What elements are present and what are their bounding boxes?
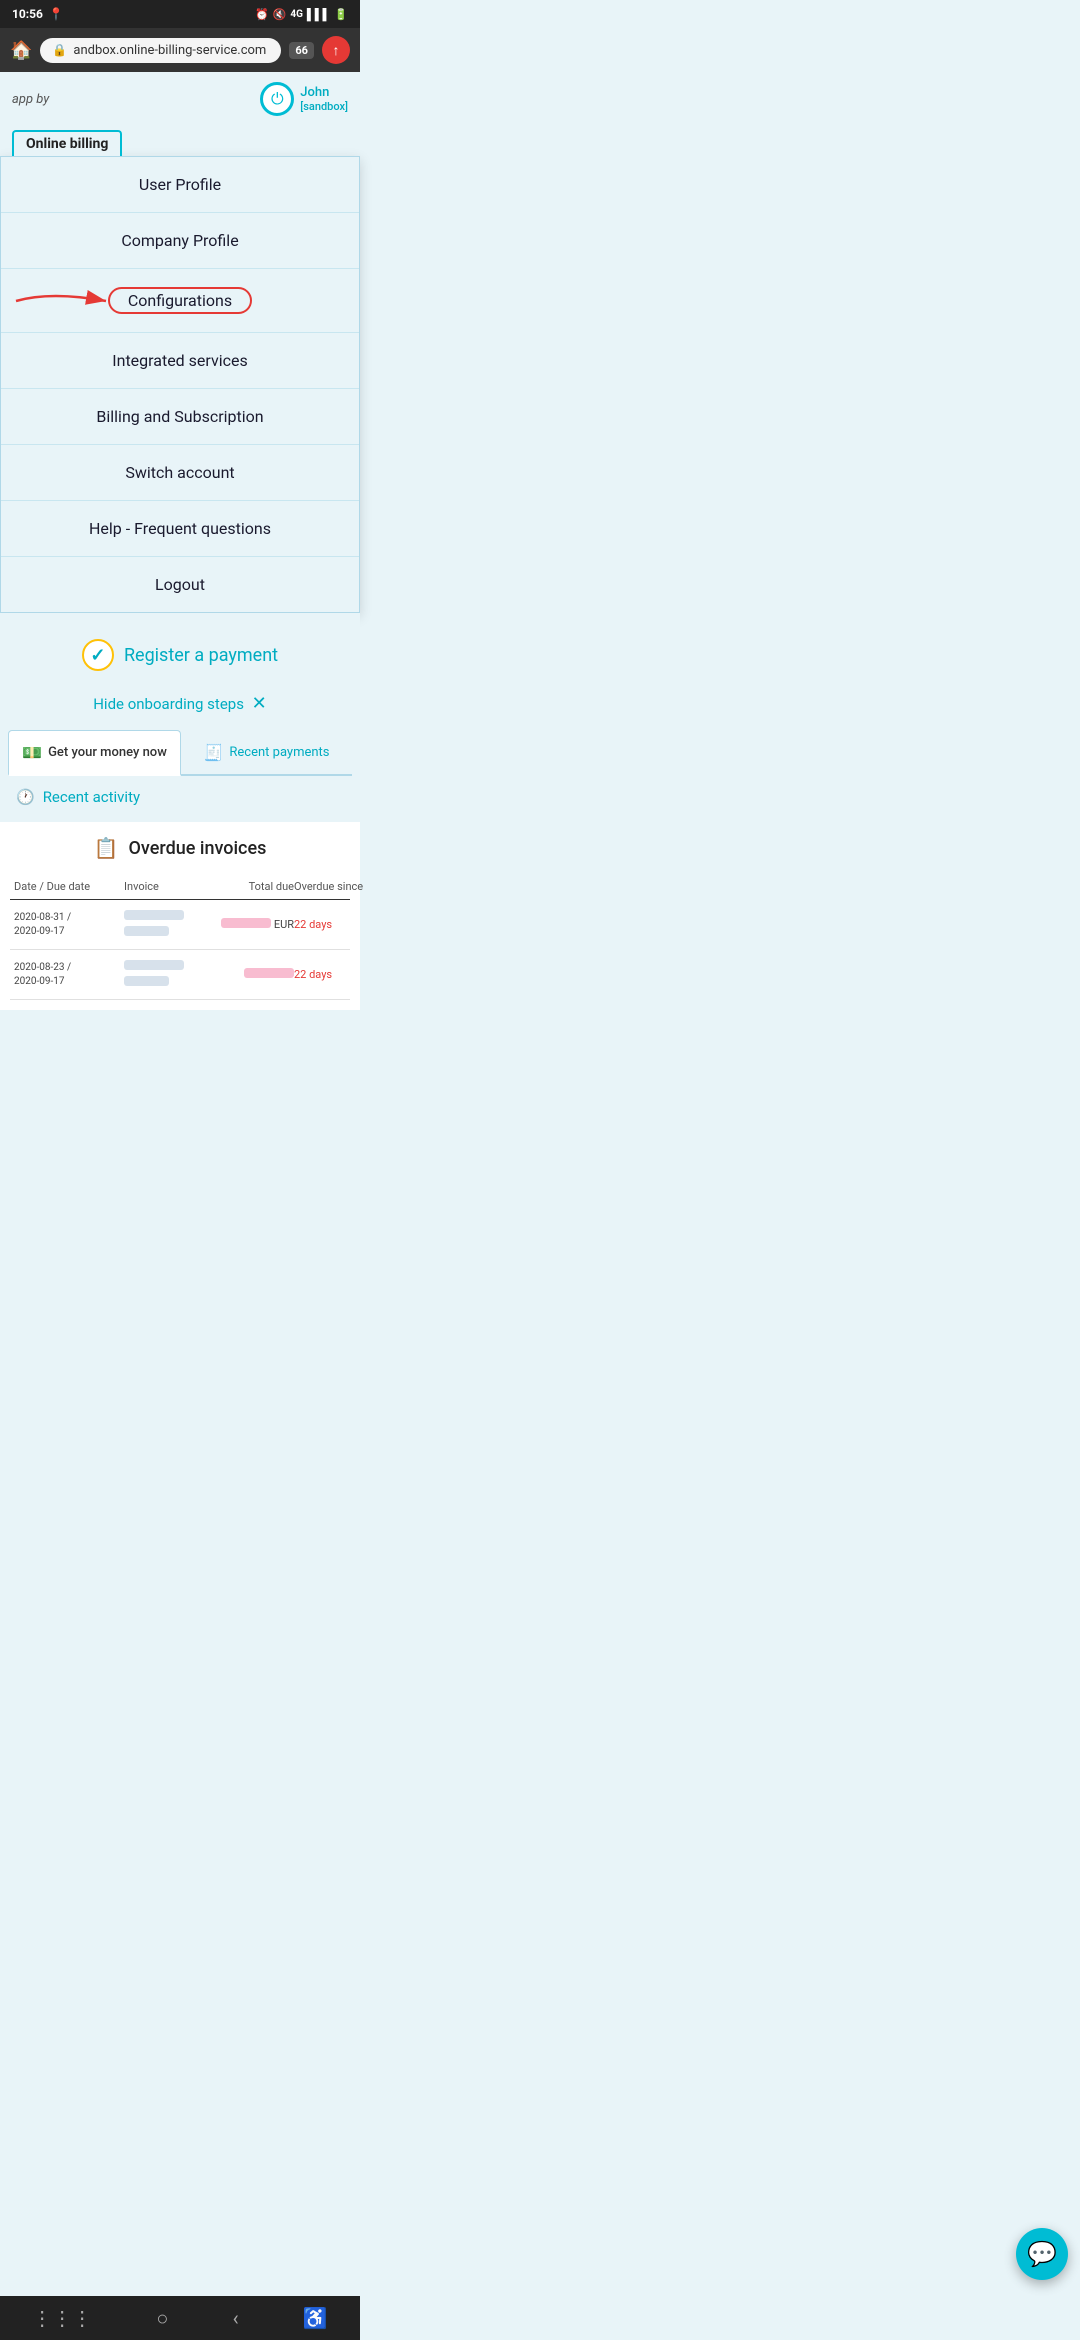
menu-item-integrated-services[interactable]: Integrated services [1, 333, 359, 389]
col-overdue: Overdue since [294, 880, 374, 893]
brand-tab[interactable]: Online billing [12, 130, 122, 156]
menu-item-company-profile[interactable]: Company Profile [1, 213, 359, 269]
close-icon: ✕ [252, 693, 267, 714]
bottom-nav: ⋮⋮⋮ ○ ‹ ♿ [0, 2296, 360, 2340]
menu-item-switch-account[interactable]: Switch account [1, 445, 359, 501]
url-text: andbox.online-billing-service.com [73, 43, 266, 58]
mute-icon: 🔇 [273, 8, 287, 21]
location-icon: 📍 [49, 7, 64, 21]
menu-item-logout[interactable]: Logout [1, 557, 359, 612]
lock-icon: 🔒 [52, 43, 67, 57]
row1-overdue: 22 days [294, 918, 374, 931]
menu-item-help[interactable]: Help - Frequent questions [1, 501, 359, 557]
user-info: John [sandbox] [300, 85, 348, 113]
col-date: Date / Due date [14, 880, 124, 893]
recent-activity-row[interactable]: 🕐 Recent activity [0, 776, 360, 818]
upload-button[interactable]: ↑ [322, 36, 350, 64]
nav-menu-button[interactable]: ⋮⋮⋮ [12, 2298, 112, 2338]
tab-count-badge[interactable]: 66 [289, 42, 314, 59]
check-badge: ✓ [82, 639, 114, 671]
row2-overdue: 22 days [294, 968, 374, 981]
signal-icon: ▌▌▌ [307, 8, 330, 21]
tab-get-money[interactable]: 💵 Get your money now [8, 730, 181, 776]
app-header: app by ⏻ John [sandbox] [0, 72, 360, 126]
overdue-header: 📋 Overdue invoices [10, 822, 350, 874]
row2-total [204, 968, 294, 981]
nav-back-button[interactable]: ‹ [213, 2298, 259, 2338]
col-invoice: Invoice [124, 880, 204, 893]
chat-fab-button[interactable]: 💬 [1016, 2228, 1068, 2280]
table-row: 2020-08-31 /2020-09-17 EUR 22 days [10, 900, 350, 950]
url-field[interactable]: 🔒 andbox.online-billing-service.com [40, 38, 281, 63]
chat-icon: 💬 [1027, 2240, 1057, 2268]
user-name: John [300, 85, 348, 100]
invoice-icon: 📋 [94, 836, 119, 860]
table-row: 2020-08-23 /2020-09-17 22 days [10, 950, 350, 1000]
check-icon: ✓ [90, 645, 105, 666]
menu-item-billing-subscription[interactable]: Billing and Subscription [1, 389, 359, 445]
dropdown-menu: User Profile Company Profile Configurati… [0, 156, 360, 613]
clock-icon: 🕐 [16, 788, 35, 806]
arrow-annotation [11, 286, 131, 316]
status-bar: 10:56 📍 ⏰ 🔇 4G ▌▌▌ 🔋 [0, 0, 360, 28]
network-icon: 4G [290, 9, 303, 20]
tab-recent-payments[interactable]: 🧾 Recent payments [181, 730, 352, 774]
power-icon[interactable]: ⏻ [260, 82, 294, 116]
address-bar: 🏠 🔒 andbox.online-billing-service.com 66… [0, 28, 360, 72]
money-icon: 💵 [22, 743, 42, 762]
user-section: ⏻ John [sandbox] [260, 82, 348, 116]
battery-icon: 🔋 [334, 8, 348, 21]
user-subtitle: [sandbox] [300, 100, 348, 113]
table-header: Date / Due date Invoice Total due Overdu… [10, 874, 350, 900]
nav-home-button[interactable]: ○ [136, 2298, 188, 2339]
menu-item-user-profile[interactable]: User Profile [1, 157, 359, 213]
overdue-section: 📋 Overdue invoices Date / Due date Invoi… [0, 822, 360, 1010]
nav-accessibility-button[interactable]: ♿ [283, 2298, 348, 2338]
row2-date: 2020-08-23 /2020-09-17 [14, 961, 124, 989]
row2-invoice [124, 960, 204, 989]
row1-invoice [124, 910, 204, 939]
row1-total: EUR [204, 918, 294, 931]
recent-activity-label: Recent activity [43, 788, 140, 806]
page-content: ✓ Register a payment Hide onboarding ste… [0, 613, 360, 1024]
hide-onboarding-label: Hide onboarding steps [93, 695, 244, 713]
tabs-row: 💵 Get your money now 🧾 Recent payments [8, 730, 352, 776]
alarm-icon: ⏰ [255, 8, 269, 21]
app-logo: app by [12, 92, 49, 107]
status-icons: ⏰ 🔇 4G ▌▌▌ 🔋 [255, 8, 348, 21]
tab-recent-payments-label: Recent payments [229, 745, 329, 760]
brand-bar: Online billing [0, 126, 360, 156]
register-payment-row[interactable]: ✓ Register a payment [0, 623, 360, 687]
col-total: Total due [204, 880, 294, 893]
home-icon[interactable]: 🏠 [10, 40, 32, 61]
tab-get-money-label: Get your money now [48, 745, 167, 760]
receipt-icon: 🧾 [203, 743, 223, 762]
menu-item-configurations[interactable]: Configurations [1, 269, 359, 333]
overdue-title: Overdue invoices [129, 838, 267, 859]
status-time: 10:56 📍 [12, 7, 64, 21]
row1-date: 2020-08-31 /2020-09-17 [14, 911, 124, 939]
hide-onboarding-row[interactable]: Hide onboarding steps ✕ [0, 687, 360, 720]
register-payment-label: Register a payment [124, 645, 278, 666]
